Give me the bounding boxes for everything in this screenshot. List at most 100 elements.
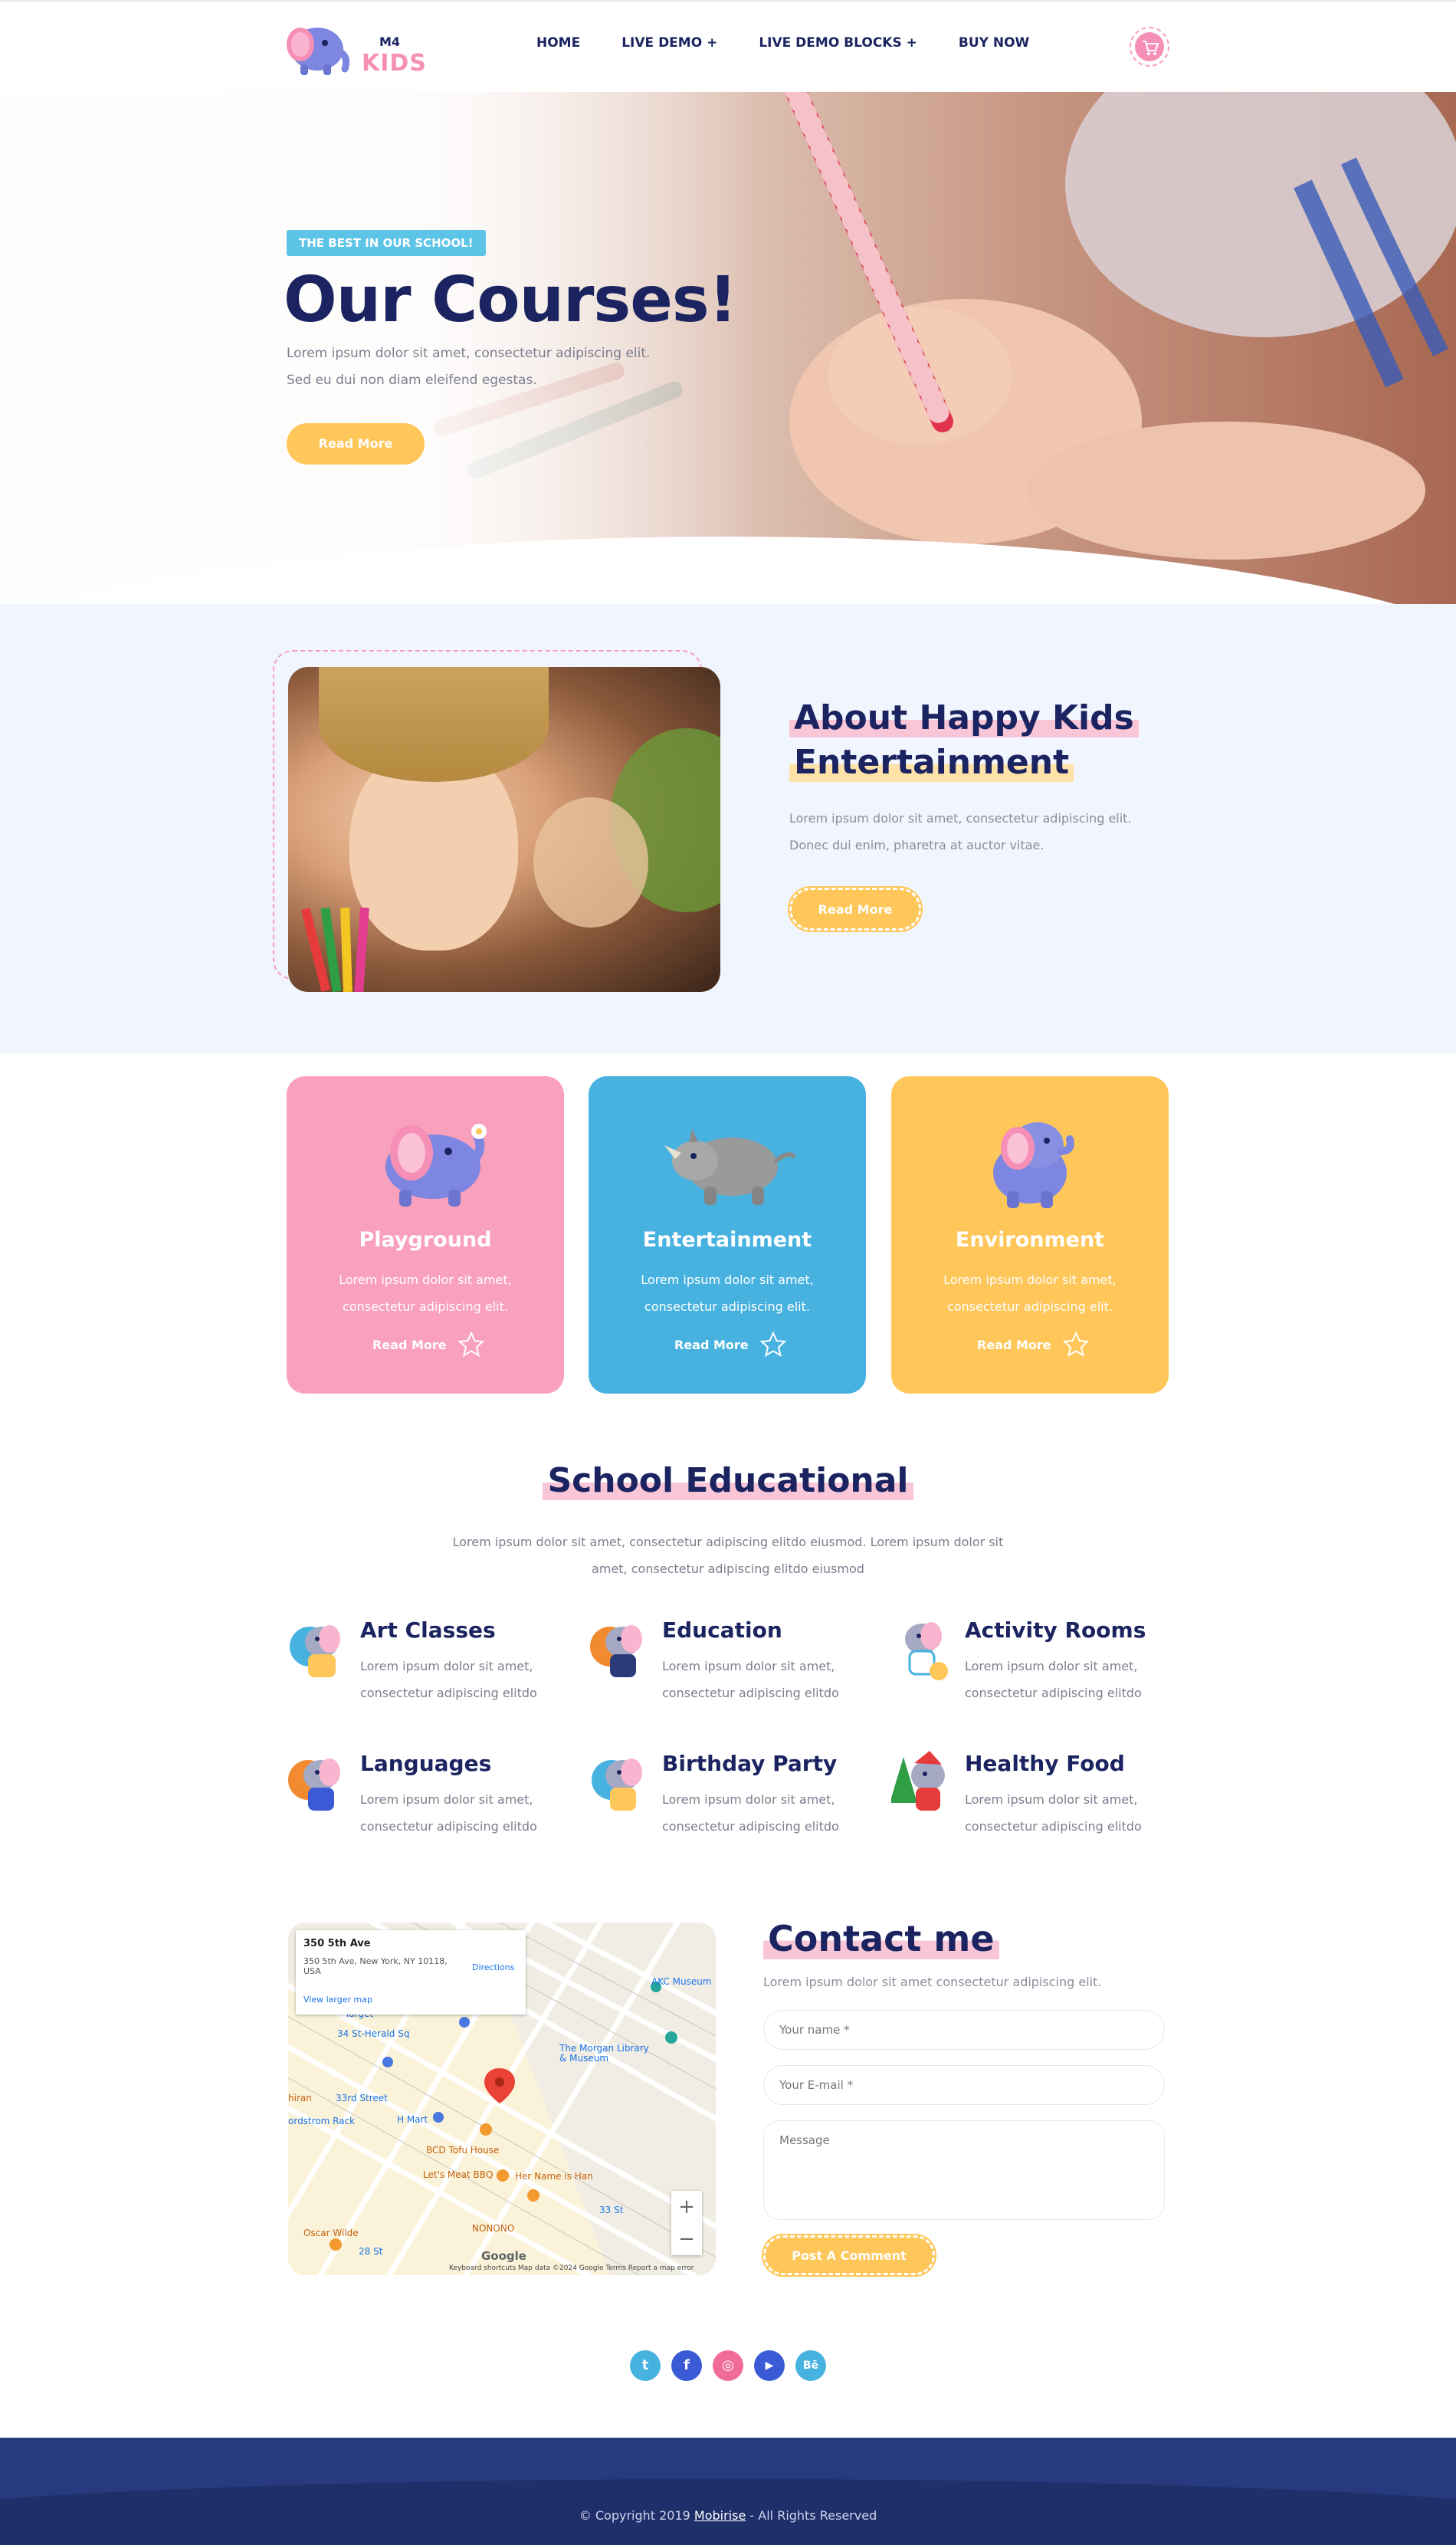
- pencil-yellow: [340, 907, 353, 992]
- feature-birthday-party: Birthday Party Lorem ipsum dolor sit ame…: [589, 1749, 864, 1857]
- map-label-herald-sq: 34 St-Herald Sq: [337, 2028, 410, 2039]
- about-photo: [288, 667, 720, 992]
- feature-text: Lorem ipsum dolor sit amet, consectetur …: [965, 1792, 1142, 1834]
- copyright-prefix: © Copyright 2019: [579, 2508, 694, 2523]
- feature-activity-rooms: Activity Rooms Lorem ipsum dolor sit ame…: [891, 1616, 1167, 1723]
- map-label-bcd-tofu: BCD Tofu House: [426, 2145, 500, 2156]
- feature-text: Lorem ipsum dolor sit amet, consectetur …: [662, 1659, 839, 1700]
- card-entertainment: Entertainment Lorem ipsum dolor sit amet…: [589, 1076, 866, 1394]
- map-larger-link[interactable]: View larger map: [303, 1995, 372, 2005]
- about-read-more-button[interactable]: Read More: [789, 888, 921, 931]
- map-zoom-controls: + −: [671, 2191, 702, 2255]
- map-label-akc: AKC Museum: [651, 1976, 712, 1987]
- cart-button[interactable]: [1130, 27, 1169, 67]
- feature-education: Education Lorem ipsum dolor sit amet, co…: [589, 1616, 864, 1723]
- contact-subtitle: Lorem ipsum dolor sit amet consectetur a…: [763, 1975, 1102, 1989]
- card-link-label: Read More: [977, 1337, 1051, 1352]
- feature-title: Art Classes: [360, 1617, 496, 1643]
- card-title: Environment: [955, 1228, 1105, 1252]
- site-logo[interactable]: M4 KIDS: [277, 15, 431, 80]
- feature-text: Lorem ipsum dolor sit amet, consectetur …: [360, 1792, 537, 1834]
- card-title: Playground: [359, 1228, 492, 1252]
- instagram-icon[interactable]: ◎: [713, 2350, 743, 2381]
- card-text: Lorem ipsum dolor sit amet, consectetur …: [943, 1272, 1117, 1314]
- social-links: t f ◎ ▶ Bē: [630, 2350, 826, 2381]
- elephant-logo-icon: [287, 28, 350, 75]
- map-label-nonono: NONONO: [472, 2223, 515, 2234]
- nav-buy-now[interactable]: BUY NOW: [959, 35, 1029, 51]
- youtube-icon[interactable]: ▶: [754, 2350, 785, 2381]
- card-link-label: Read More: [674, 1337, 749, 1352]
- map-label-33rd-street: 33rd Street: [336, 2093, 388, 2103]
- feature-languages: Languages Lorem ipsum dolor sit amet, co…: [287, 1749, 562, 1857]
- hero-read-more-button[interactable]: Read More: [287, 423, 425, 465]
- card-read-more-link[interactable]: Read More: [372, 1329, 495, 1360]
- hero-badge: THE BEST IN OUR SCHOOL!: [287, 230, 486, 256]
- education-subtitle: Lorem ipsum dolor sit amet, consectetur …: [452, 1535, 1004, 1576]
- map-footer: Keyboard shortcuts Map data ©2024 Google…: [449, 2264, 694, 2272]
- nav-live-demo[interactable]: LIVE DEMO +: [621, 35, 717, 51]
- map-label-h-mart: H Mart: [397, 2114, 428, 2125]
- hero-text-line2: Sed eu dui non diam eleifend egestas.: [287, 373, 537, 388]
- pencil-pink: [354, 907, 369, 992]
- about-title-line2: Entertainment: [789, 743, 1074, 782]
- feature-title: Healthy Food: [965, 1751, 1125, 1776]
- rhino-icon: [664, 1128, 795, 1205]
- name-field[interactable]: [763, 2010, 1165, 2050]
- hero-text: Lorem ipsum dolor sit amet, consectetur …: [287, 340, 685, 394]
- about-title-line1: About Happy Kids: [789, 698, 1139, 737]
- card-read-more-link[interactable]: Read More: [977, 1329, 1100, 1360]
- elephant-student-icon: [590, 1625, 642, 1677]
- education-title: School Educational: [0, 1461, 1456, 1500]
- logo-text-big: KIDS: [362, 50, 427, 77]
- baby-elephant-icon: [993, 1122, 1074, 1208]
- hero-text-line1: Lorem ipsum dolor sit amet, consectetur …: [287, 346, 651, 361]
- feature-text: Lorem ipsum dolor sit amet, consectetur …: [662, 1792, 839, 1834]
- map-zoom-out-button[interactable]: −: [671, 2223, 702, 2255]
- post-comment-button[interactable]: Post A Comment: [763, 2235, 935, 2275]
- about-text: Lorem ipsum dolor sit amet, consectetur …: [789, 811, 1132, 852]
- hero-title: Our Courses!: [284, 264, 737, 337]
- feature-healthy-food: Healthy Food Lorem ipsum dolor sit amet,…: [891, 1749, 1167, 1857]
- map-label-33-st: 33 St: [599, 2205, 624, 2215]
- nav-home[interactable]: HOME: [536, 35, 580, 51]
- map-directions-link[interactable]: Directions: [472, 1962, 514, 1972]
- email-field[interactable]: [763, 2065, 1165, 2105]
- site-footer: © Copyright 2019 Mobirise - All Rights R…: [0, 2438, 1456, 2545]
- feature-text: Lorem ipsum dolor sit amet, consectetur …: [965, 1659, 1142, 1700]
- map-label-hiran: hiran: [288, 2093, 312, 2103]
- map-label-her-name: Her Name is Han: [515, 2171, 593, 2182]
- hero-section: THE BEST IN OUR SCHOOL! Our Courses! Lor…: [0, 92, 1456, 604]
- message-field[interactable]: [763, 2120, 1165, 2220]
- elephant-ball-icon: [905, 1622, 948, 1680]
- mobirise-link[interactable]: Mobirise: [694, 2508, 746, 2523]
- map-address-full: 350 5th Ave, New York, NY 10118, USA: [303, 1956, 448, 1976]
- map-zoom-in-button[interactable]: +: [671, 2191, 702, 2223]
- cart-icon: [1135, 32, 1164, 61]
- about-photo-second-child: [533, 797, 648, 928]
- copyright-text: © Copyright 2019 Mobirise - All Rights R…: [0, 2508, 1456, 2523]
- elephant-party-icon: [592, 1759, 642, 1811]
- twitter-icon[interactable]: t: [630, 2350, 661, 2381]
- feature-title: Birthday Party: [662, 1751, 838, 1776]
- copyright-suffix: - All Rights Reserved: [746, 2508, 877, 2523]
- feature-text: Lorem ipsum dolor sit amet, consectetur …: [360, 1659, 537, 1700]
- map-label-nordstrom: ordstrom Rack: [288, 2116, 356, 2126]
- card-text: Lorem ipsum dolor sit amet, consectetur …: [641, 1272, 814, 1314]
- card-text: Lorem ipsum dolor sit amet, consectetur …: [339, 1272, 512, 1314]
- map-label-morgan: The Morgan Library & Museum: [559, 2043, 649, 2064]
- facebook-icon[interactable]: f: [671, 2350, 702, 2381]
- feature-title: Education: [662, 1617, 782, 1643]
- google-map[interactable]: AKC Museum The Morgan Library & Museum 3…: [288, 1923, 716, 2275]
- elephant-tree-icon: [891, 1751, 945, 1811]
- nav-live-demo-blocks[interactable]: LIVE DEMO BLOCKS +: [759, 35, 917, 51]
- feature-title: Activity Rooms: [965, 1617, 1146, 1643]
- google-logo: Google: [481, 2249, 526, 2263]
- feature-title: Languages: [360, 1751, 492, 1776]
- logo-text-small: M4: [379, 34, 401, 49]
- elephant-speaker-icon: [288, 1759, 340, 1811]
- star-icon: [457, 1331, 484, 1358]
- card-read-more-link[interactable]: Read More: [674, 1329, 797, 1360]
- behance-icon[interactable]: Bē: [795, 2350, 826, 2381]
- about-section: About Happy Kids Entertainment Lorem ips…: [0, 604, 1456, 1053]
